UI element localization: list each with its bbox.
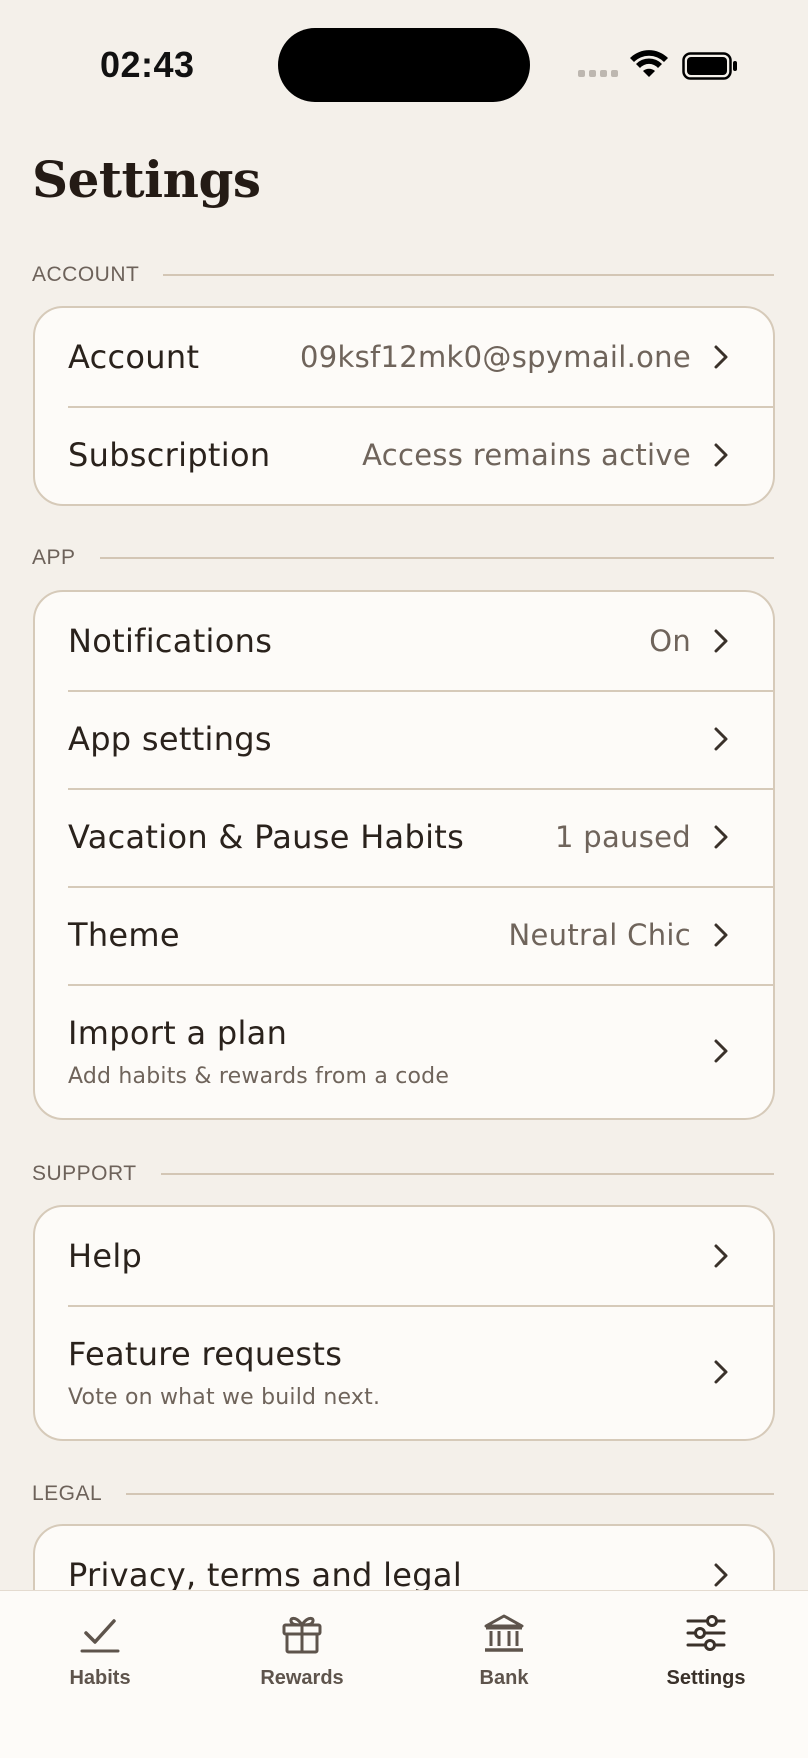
row-label: Account (68, 338, 200, 376)
page-title: Settings (32, 150, 261, 209)
settings-row-subscription[interactable]: Subscription Access remains active (35, 406, 773, 504)
settings-row-feature-requests[interactable]: Feature requests Vote on what we build n… (35, 1305, 773, 1439)
settings-screen: 02:43 Settings ACCOUNT Account 09ksf12mk… (0, 0, 808, 1758)
support-card: Help Feature requests Vote on what we bu… (33, 1205, 775, 1441)
tab-bar: Habits Rewards Bank Settings (0, 1590, 808, 1758)
section-divider (160, 1173, 774, 1175)
chevron-right-icon (714, 825, 728, 849)
chevron-right-icon (714, 1244, 728, 1268)
row-value: Neutral Chic (508, 918, 691, 952)
tab-bank[interactable]: Bank (424, 1611, 584, 1711)
tab-label: Habits (69, 1667, 131, 1689)
account-card: Account 09ksf12mk0@spymail.one Subscript… (33, 306, 775, 506)
tab-settings[interactable]: Settings (626, 1611, 786, 1711)
row-label: Feature requests (68, 1334, 343, 1373)
cellular-signal-icon (578, 70, 620, 80)
row-value: 09ksf12mk0@spymail.one (299, 340, 691, 374)
settings-row-help[interactable]: Help (35, 1207, 773, 1305)
row-sublabel: Add habits & rewards from a code (68, 1063, 450, 1089)
section-divider (126, 1493, 774, 1495)
dynamic-island (278, 28, 530, 102)
row-value: Access remains active (362, 438, 691, 472)
tab-rewards[interactable]: Rewards (222, 1611, 382, 1711)
section-divider (99, 557, 774, 559)
chevron-right-icon (714, 1563, 728, 1587)
status-bar: 02:43 (0, 0, 808, 120)
row-value: On (649, 624, 691, 658)
row-value: 1 paused (555, 820, 691, 854)
row-label: Help (68, 1237, 143, 1275)
app-card: Notifications On App settings Vacation &… (33, 590, 775, 1120)
chevron-right-icon (714, 1039, 728, 1063)
chevron-right-icon (714, 923, 728, 947)
row-label: Subscription (68, 436, 271, 474)
section-header-account: ACCOUNT (32, 260, 774, 290)
row-label: Theme (68, 916, 180, 954)
tab-habits[interactable]: Habits (20, 1611, 180, 1711)
chevron-right-icon (714, 443, 728, 467)
chevron-right-icon (714, 727, 728, 751)
row-label: Vacation & Pause Habits (68, 818, 465, 856)
row-label: Notifications (68, 622, 273, 660)
tab-label: Rewards (260, 1667, 344, 1689)
section-header-legal: LEGAL (32, 1479, 774, 1509)
wifi-icon (630, 50, 668, 77)
row-label: Privacy, terms and legal (68, 1556, 463, 1594)
tab-label: Settings (666, 1667, 746, 1689)
settings-row-theme[interactable]: Theme Neutral Chic (35, 886, 773, 984)
chevron-right-icon (714, 629, 728, 653)
tab-label: Bank (479, 1667, 529, 1689)
row-sublabel: Vote on what we build next. (68, 1384, 381, 1410)
chevron-right-icon (714, 345, 728, 369)
checkmark-icon (80, 1619, 120, 1653)
settings-row-import-plan[interactable]: Import a plan Add habits & rewards from … (35, 984, 773, 1118)
row-label: App settings (68, 720, 272, 758)
bank-icon (484, 1614, 524, 1652)
section-divider (163, 274, 774, 276)
section-label: SUPPORT (32, 1162, 137, 1185)
settings-row-vacation-pause[interactable]: Vacation & Pause Habits 1 paused (35, 788, 773, 886)
section-header-support: SUPPORT (32, 1159, 774, 1189)
settings-row-account[interactable]: Account 09ksf12mk0@spymail.one (35, 308, 773, 406)
gift-icon (282, 1616, 322, 1654)
sliders-icon (686, 1615, 726, 1651)
section-label: ACCOUNT (32, 263, 140, 286)
chevron-right-icon (714, 1360, 728, 1384)
section-header-app: APP (32, 543, 774, 573)
status-time: 02:43 (100, 44, 195, 85)
section-label: LEGAL (32, 1482, 103, 1505)
row-label: Import a plan (68, 1013, 288, 1052)
battery-icon (682, 52, 737, 80)
settings-row-app-settings[interactable]: App settings (35, 690, 773, 788)
settings-row-notifications[interactable]: Notifications On (35, 592, 773, 690)
section-label: APP (32, 546, 76, 569)
